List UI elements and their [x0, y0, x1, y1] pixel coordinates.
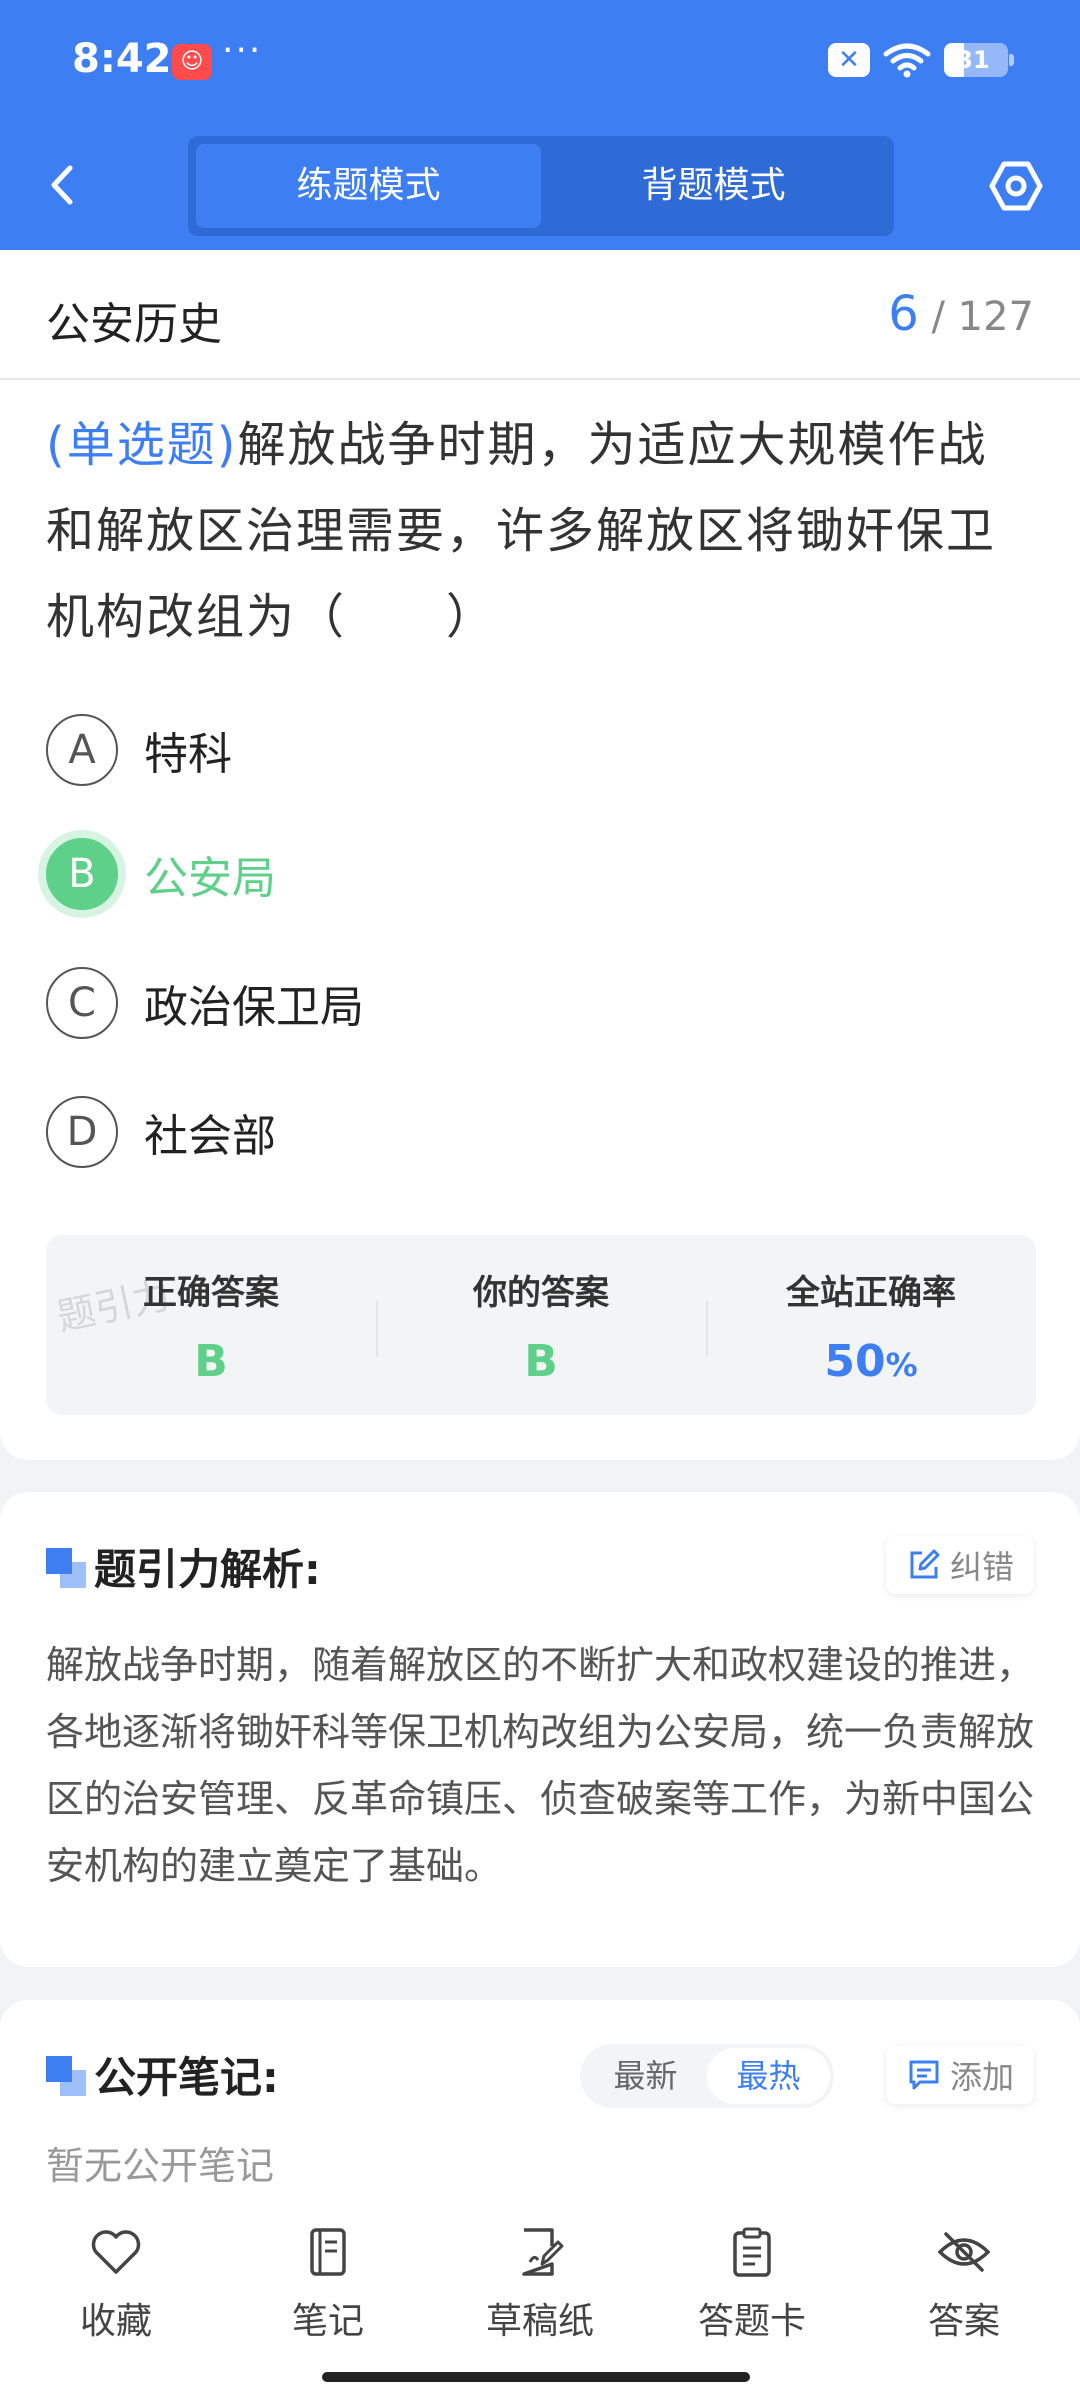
- notes-sort-toggle: 最新 最热: [580, 2044, 834, 2108]
- app-header: 8:42 ☺ ··· ✕ 31 练题模式 背题模式: [0, 0, 1080, 250]
- nav-label: 笔记: [291, 2301, 364, 2342]
- notes-empty-text: 暂无公开笔记: [46, 2144, 275, 2188]
- section-icon: [46, 1548, 86, 1588]
- nav-label: 收藏: [79, 2301, 152, 2342]
- show-answer-button[interactable]: 答案: [874, 2200, 1054, 2400]
- question-text: (单选题)解放战争时期，为适应大规模作战和解放区治理需要，许多解放区将锄奸保卫机…: [46, 402, 1036, 660]
- nav-label: 草稿纸: [485, 2301, 594, 2342]
- analysis-text: 解放战争时期，随着解放区的不断扩大和政权建设的推进，各地逐渐将锄奸科等保卫机构改…: [46, 1643, 1035, 1888]
- bottom-toolbar: 收藏 笔记 草稿纸 答题卡 答案: [0, 2200, 1080, 2400]
- current-question-number: 6: [888, 286, 919, 342]
- favorite-button[interactable]: 收藏: [26, 2200, 206, 2400]
- answer-card-button[interactable]: 答题卡: [662, 2200, 842, 2400]
- rate-unit: %: [885, 1346, 918, 1384]
- battery-level: 31: [956, 46, 990, 74]
- option-letter: B: [46, 838, 118, 910]
- mode-switch: 练题模式 背题模式: [188, 136, 894, 236]
- wifi-icon: [882, 42, 932, 78]
- nav-label: 答案: [927, 2301, 1000, 2342]
- option-text: 特科: [144, 729, 232, 780]
- settings-icon: [989, 161, 1043, 211]
- question-type: (单选题): [46, 417, 238, 473]
- notebook-icon: [310, 2228, 346, 2276]
- data-off-icon: ✕: [828, 43, 870, 77]
- notes-title: 公开笔记:: [94, 2053, 279, 2102]
- question-card: 公安历史 6 / 127 (单选题)解放战争时期，为适应大规模作战和解放区治理需…: [0, 250, 1080, 1460]
- chevron-left-icon: [51, 165, 73, 205]
- more-notifications-icon: ···: [222, 30, 263, 71]
- answer-stats: 题引力 正确答案 B 你的答案 B 全站正确率 50%: [46, 1235, 1036, 1415]
- status-icons: ✕ 31: [828, 42, 1014, 78]
- rate-number: 50: [824, 1336, 886, 1387]
- status-time: 8:42: [72, 36, 172, 82]
- heart-icon: [91, 2230, 141, 2274]
- sort-newest[interactable]: 最新: [584, 2048, 707, 2104]
- option-d[interactable]: D 社会部: [46, 1094, 276, 1170]
- comment-icon: [909, 2060, 939, 2090]
- edit-icon: [910, 1549, 940, 1579]
- stat-label: 正确答案: [143, 1273, 279, 1313]
- eye-off-icon: [937, 2232, 991, 2272]
- option-letter: A: [46, 714, 118, 786]
- answer-card-icon: [733, 2227, 771, 2277]
- option-b[interactable]: B 公安局: [46, 836, 276, 912]
- option-text: 公安局: [144, 853, 276, 904]
- analysis-card: 题引力解析: 纠错 解放战争时期，随着解放区的不断扩大和政权建设的推进，各地逐渐…: [0, 1492, 1080, 1967]
- stat-accuracy-rate: 全站正确率 50%: [706, 1235, 1036, 1415]
- sort-hottest[interactable]: 最热: [707, 2048, 830, 2104]
- settings-button[interactable]: [988, 158, 1044, 214]
- draft-paper-icon: [522, 2228, 564, 2276]
- option-text: 社会部: [144, 1111, 276, 1162]
- stat-value: 50%: [706, 1336, 1036, 1387]
- option-letter: D: [46, 1096, 118, 1168]
- stat-your-answer: 你的答案 B: [376, 1235, 706, 1415]
- analysis-title: 题引力解析:: [94, 1545, 321, 1594]
- question-header: 公安历史 6 / 127: [0, 250, 1080, 380]
- battery-icon: 31: [944, 43, 1014, 77]
- tab-practice-mode[interactable]: 练题模式: [196, 144, 541, 228]
- add-note-button[interactable]: 添加: [885, 2046, 1034, 2104]
- add-note-label: 添加: [949, 2058, 1014, 2096]
- status-bar: 8:42 ☺ ··· ✕ 31: [0, 0, 1080, 130]
- total-questions: / 127: [931, 294, 1034, 340]
- stat-value: B: [194, 1336, 228, 1387]
- report-error-label: 纠错: [949, 1548, 1014, 1586]
- subject-title: 公安历史: [46, 299, 222, 350]
- option-a[interactable]: A 特科: [46, 712, 232, 788]
- report-error-button[interactable]: 纠错: [885, 1536, 1034, 1594]
- draft-paper-button[interactable]: 草稿纸: [450, 2200, 630, 2400]
- option-c[interactable]: C 政治保卫局: [46, 965, 364, 1041]
- tab-memorize-mode[interactable]: 背题模式: [541, 144, 886, 228]
- option-letter: C: [46, 967, 118, 1039]
- nav-label: 答题卡: [697, 2301, 806, 2342]
- option-text: 政治保卫局: [144, 982, 364, 1033]
- stat-label: 你的答案: [473, 1273, 609, 1313]
- section-icon: [46, 2056, 86, 2096]
- stat-value: B: [524, 1336, 558, 1387]
- stat-correct-answer: 正确答案 B: [46, 1235, 376, 1415]
- stat-label: 全站正确率: [786, 1273, 956, 1313]
- notes-button[interactable]: 笔记: [238, 2200, 418, 2400]
- notification-app-icon: ☺: [172, 44, 212, 80]
- question-progress[interactable]: 6 / 127: [888, 286, 1034, 342]
- home-indicator[interactable]: [322, 2372, 750, 2382]
- back-button[interactable]: [42, 160, 82, 210]
